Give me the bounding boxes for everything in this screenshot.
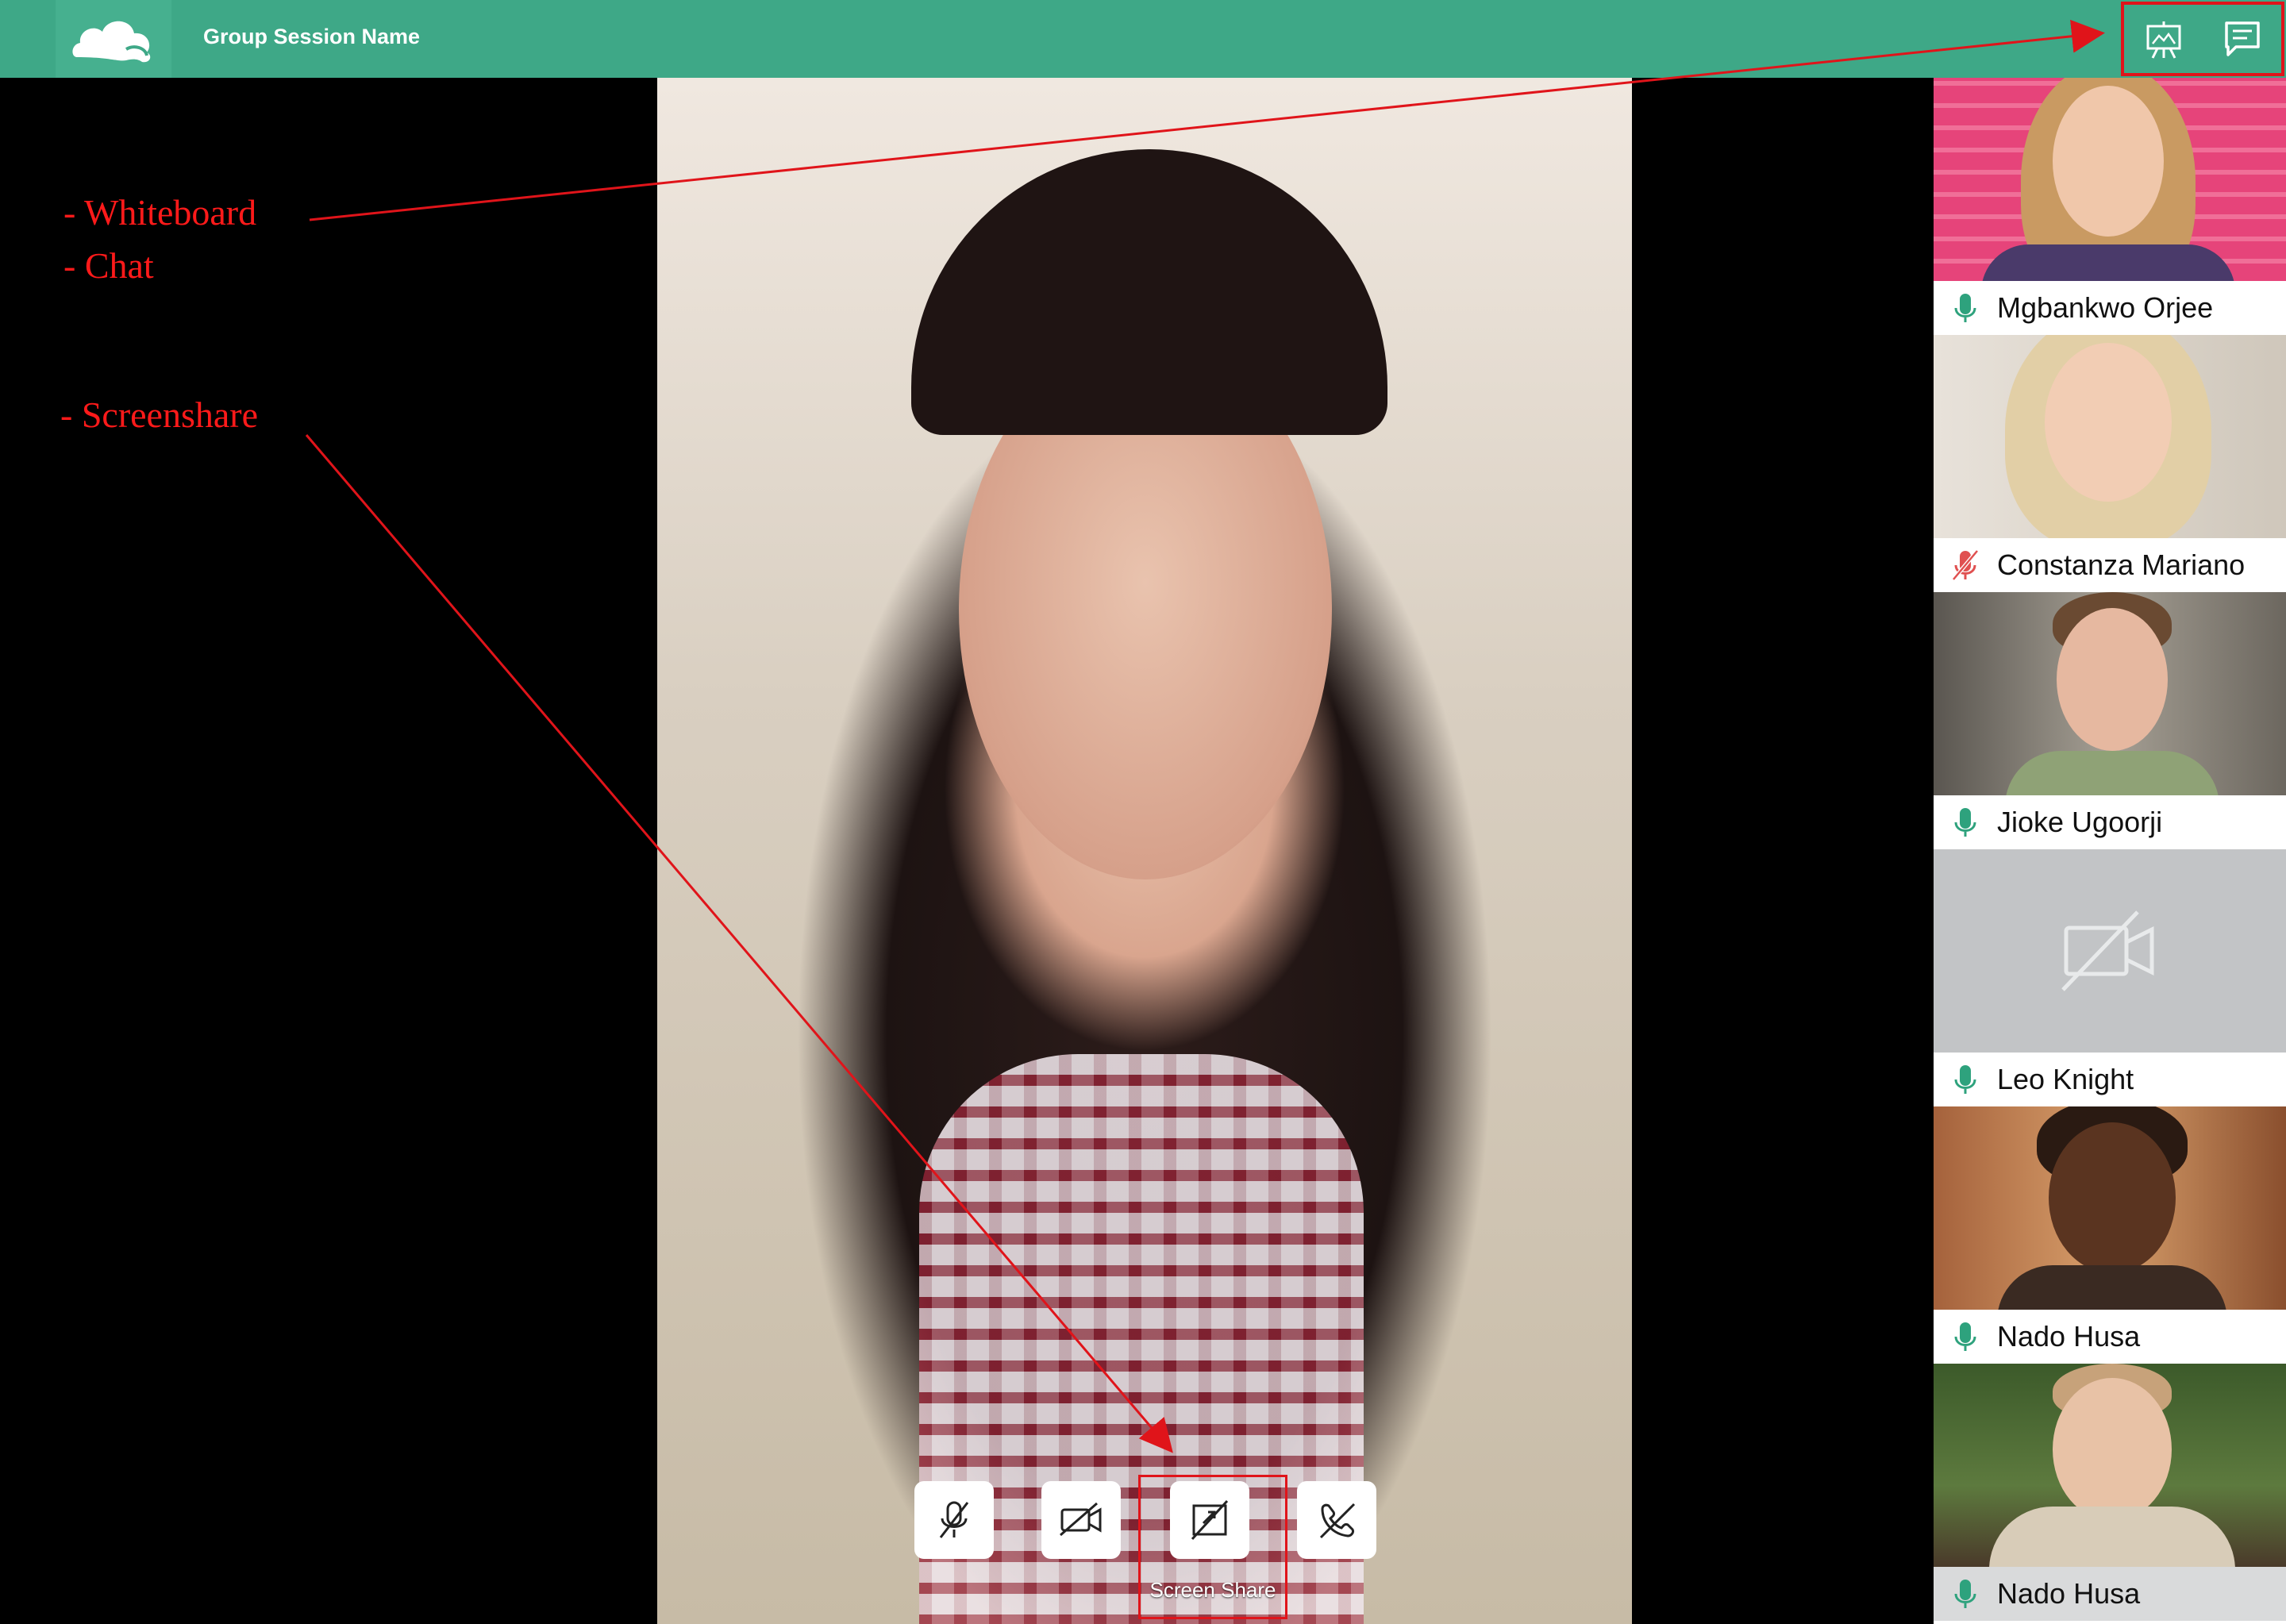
participant-tile[interactable]: Nado Husa bbox=[1934, 1106, 2286, 1364]
screen-share-label: Screen Share bbox=[1149, 1578, 1276, 1602]
mic-on-icon bbox=[1954, 1580, 1976, 1608]
annotation-chat: - Chat bbox=[64, 245, 154, 286]
mic-off-icon bbox=[1952, 549, 1979, 581]
speaker-hair bbox=[911, 149, 1387, 435]
participant-tile[interactable]: Constanza Mariano bbox=[1934, 335, 2286, 592]
chat-icon bbox=[2224, 21, 2260, 56]
leave-call-button[interactable] bbox=[1297, 1481, 1376, 1559]
logo[interactable] bbox=[56, 0, 171, 78]
top-bar: Group Session Name bbox=[0, 0, 2286, 78]
whiteboard-icon bbox=[2146, 21, 2180, 59]
participant-tile[interactable]: Nado Husa bbox=[1934, 1364, 2286, 1621]
participant-video bbox=[1934, 335, 2286, 538]
participant-video bbox=[1934, 592, 2286, 795]
mic-on-icon bbox=[1954, 808, 1976, 837]
camera-off-icon bbox=[2061, 910, 2154, 991]
participant-video bbox=[1934, 1364, 2286, 1567]
mic-on-icon bbox=[1954, 294, 1976, 322]
participant-name: Leo Knight bbox=[1997, 1063, 2134, 1095]
screen-share-button[interactable] bbox=[1170, 1481, 1249, 1559]
camera-toggle-button[interactable] bbox=[1041, 1481, 1121, 1559]
annotation-screenshare: - Screenshare bbox=[60, 394, 259, 435]
participants-sidebar: Mgbankwo Orjee Constanza Mariano Jioke U… bbox=[1934, 78, 2286, 1624]
mic-on-icon bbox=[1954, 1322, 1976, 1351]
mic-on-icon bbox=[1954, 1065, 1976, 1094]
participant-video bbox=[1934, 78, 2286, 281]
main-speaker-video bbox=[657, 78, 1632, 1624]
participant-tile[interactable]: Jioke Ugoorji bbox=[1934, 592, 2286, 849]
video-stage bbox=[0, 78, 1934, 1624]
participant-tile[interactable]: Mgbankwo Orjee bbox=[1934, 78, 2286, 335]
participant-name: Mgbankwo Orjee bbox=[1997, 291, 2214, 324]
screen-share-off-icon bbox=[1191, 1499, 1229, 1541]
mic-off-icon bbox=[939, 1501, 969, 1538]
header-actions-highlight bbox=[2121, 2, 2284, 76]
camera-off-icon bbox=[1060, 1502, 1102, 1537]
chat-button[interactable] bbox=[2203, 5, 2281, 73]
participant-name: Nado Husa bbox=[1997, 1577, 2141, 1610]
cloud-logo-icon bbox=[72, 21, 151, 63]
annotation-whiteboard: - Whiteboard bbox=[64, 192, 257, 233]
participant-tile[interactable]: Leo Knight bbox=[1934, 849, 2286, 1106]
mic-toggle-button[interactable] bbox=[914, 1481, 994, 1559]
participant-name: Nado Husa bbox=[1997, 1320, 2141, 1353]
participant-video bbox=[1934, 1106, 2286, 1310]
participant-name: Constanza Mariano bbox=[1997, 548, 2246, 581]
session-title: Group Session Name bbox=[203, 25, 421, 48]
participant-video-off bbox=[1934, 849, 2286, 1053]
whiteboard-button[interactable] bbox=[2124, 5, 2203, 73]
leave-call-icon bbox=[1319, 1503, 1356, 1539]
participant-name: Jioke Ugoorji bbox=[1997, 806, 2163, 838]
